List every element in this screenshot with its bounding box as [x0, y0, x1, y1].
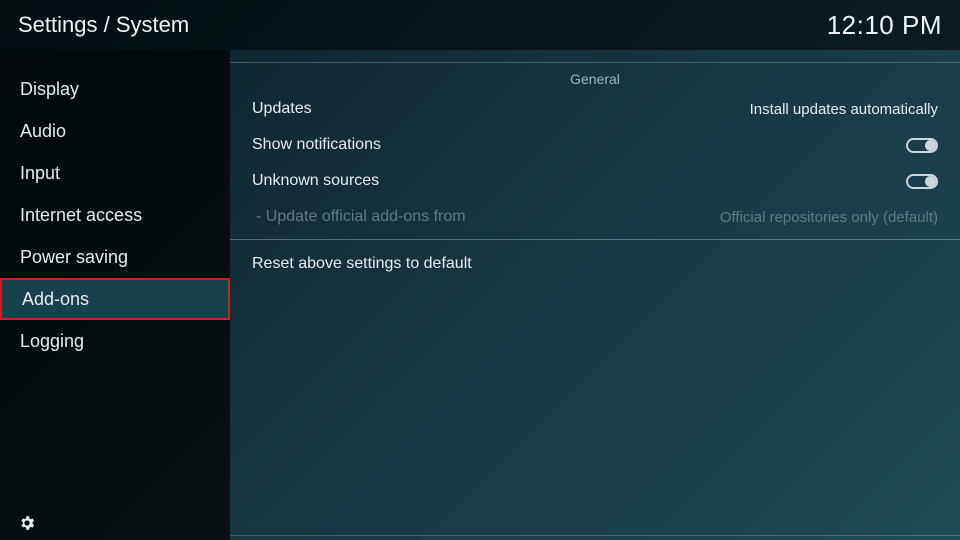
sidebar-item-label: Logging: [20, 331, 84, 352]
sidebar-item-label: Power saving: [20, 247, 128, 268]
sidebar-item-power-saving[interactable]: Power saving: [0, 236, 230, 278]
header: Settings / System 12:10 PM: [0, 0, 960, 50]
breadcrumb: Settings / System: [18, 12, 189, 38]
sidebar-item-label: Internet access: [20, 205, 142, 226]
row-label: Reset above settings to default: [252, 255, 472, 273]
sidebar-item-input[interactable]: Input: [0, 152, 230, 194]
content-panel: General Updates Install updates automati…: [230, 50, 960, 540]
divider: [230, 535, 960, 536]
toggle-off-icon[interactable]: [906, 174, 938, 189]
section-title: General: [230, 65, 960, 91]
gear-icon: [18, 514, 36, 532]
row-label: - Update official add-ons from: [252, 208, 466, 226]
row-label: Updates: [252, 100, 312, 118]
sidebar-item-display[interactable]: Display: [0, 68, 230, 110]
sidebar-item-label: Audio: [20, 121, 66, 142]
sidebar-item-label: Add-ons: [22, 289, 89, 310]
row-update-official-addons: - Update official add-ons from Official …: [230, 199, 960, 235]
clock: 12:10 PM: [827, 10, 942, 41]
toggle-off-icon[interactable]: [906, 138, 938, 153]
sidebar-item-audio[interactable]: Audio: [0, 110, 230, 152]
sidebar-item-add-ons[interactable]: Add-ons: [0, 278, 230, 320]
row-show-notifications[interactable]: Show notifications: [230, 127, 960, 163]
sidebar-item-logging[interactable]: Logging: [0, 320, 230, 362]
divider: [230, 62, 960, 63]
divider: [230, 239, 960, 240]
sidebar-item-label: Input: [20, 163, 60, 184]
row-label: Show notifications: [252, 136, 381, 154]
sidebar-item-internet-access[interactable]: Internet access: [0, 194, 230, 236]
row-label: Unknown sources: [252, 172, 379, 190]
row-reset-defaults[interactable]: Reset above settings to default: [230, 246, 960, 282]
row-value: Official repositories only (default): [720, 209, 938, 226]
row-unknown-sources[interactable]: Unknown sources: [230, 163, 960, 199]
sidebar-item-label: Display: [20, 79, 79, 100]
sidebar: Display Audio Input Internet access Powe…: [0, 50, 230, 540]
row-updates[interactable]: Updates Install updates automatically: [230, 91, 960, 127]
row-value: Install updates automatically: [750, 101, 938, 118]
sidebar-footer[interactable]: [0, 506, 230, 540]
